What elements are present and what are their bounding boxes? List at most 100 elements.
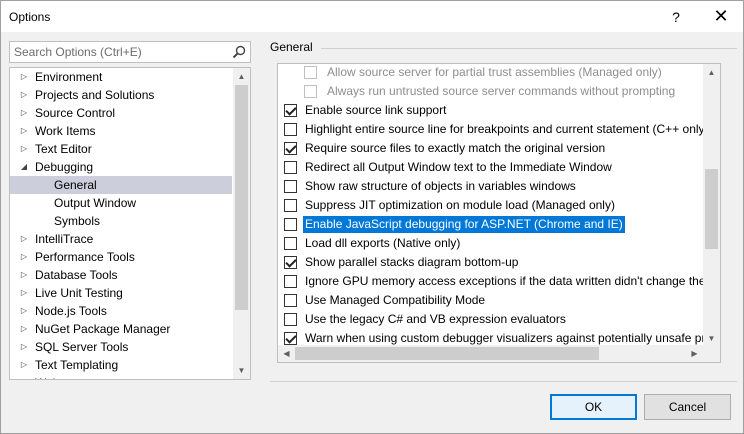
collapsed-arrow-icon[interactable]: ▷ <box>18 266 30 284</box>
collapsed-arrow-icon[interactable]: ▷ <box>18 104 30 122</box>
option-row[interactable]: Load dll exports (Native only) <box>278 234 703 253</box>
option-label: Ignore GPU memory access exceptions if t… <box>305 274 721 288</box>
collapsed-arrow-icon[interactable]: ▷ <box>18 356 30 374</box>
tree-item[interactable]: ▷ SQL Server Tools <box>10 338 232 356</box>
scrollbar-corner <box>703 345 720 362</box>
search-box <box>9 41 251 63</box>
option-row[interactable]: Use Managed Compatibility Mode <box>278 291 703 310</box>
tree-item[interactable]: ▷ NuGet Package Manager <box>10 320 232 338</box>
option-row[interactable]: Suppress JIT optimization on module load… <box>278 196 703 215</box>
option-row[interactable]: Show raw structure of objects in variabl… <box>278 177 703 196</box>
tree-item[interactable]: ▷ IntelliTrace <box>10 230 232 248</box>
option-label: Require source files to exactly match th… <box>305 141 606 155</box>
collapsed-arrow-icon[interactable]: ▷ <box>18 320 30 338</box>
tree-item[interactable]: ▷ Node.js Tools <box>10 302 232 320</box>
tree-item[interactable]: ▷ Web <box>10 374 232 379</box>
tree-item[interactable]: Symbols <box>10 212 232 230</box>
option-checkbox[interactable] <box>284 237 297 250</box>
cancel-button[interactable]: Cancel <box>644 394 731 420</box>
tree-item-label: SQL Server Tools <box>35 340 129 354</box>
close-button[interactable]: ✕ <box>698 1 744 32</box>
option-checkbox[interactable] <box>284 332 297 345</box>
option-label: Suppress JIT optimization on module load… <box>305 198 615 212</box>
options-list: Allow source server for partial trust as… <box>278 64 720 348</box>
option-checkbox[interactable] <box>284 180 297 193</box>
tree-scrollbar[interactable]: ▲ ▼ <box>233 68 250 379</box>
option-checkbox[interactable] <box>284 294 297 307</box>
search-input[interactable] <box>10 42 228 62</box>
search-icon[interactable] <box>231 44 247 60</box>
collapsed-arrow-icon[interactable]: ▷ <box>18 248 30 266</box>
footer-divider <box>270 381 737 382</box>
option-checkbox[interactable] <box>284 218 297 231</box>
option-label: Load dll exports (Native only) <box>305 236 461 250</box>
option-row[interactable]: Enable source link support <box>278 101 703 120</box>
tree-list: ▷ Environment ▷ Projects and Solutions ▷ Sour… <box>10 68 232 379</box>
collapsed-arrow-icon[interactable]: ▷ <box>18 140 30 158</box>
tree-item-label: Database Tools <box>35 268 118 282</box>
option-row[interactable]: Allow source server for partial trust as… <box>278 64 703 82</box>
tree-item[interactable]: ▷ Text Templating <box>10 356 232 374</box>
tree-item-label: General <box>54 178 97 192</box>
option-row[interactable]: Require source files to exactly match th… <box>278 139 703 158</box>
option-row[interactable]: Enable JavaScript debugging for ASP.NET … <box>278 215 703 234</box>
option-checkbox[interactable] <box>284 199 297 212</box>
tree-scroll-thumb[interactable] <box>235 85 248 310</box>
options-hscroll-thumb[interactable] <box>295 347 599 360</box>
tree-item[interactable]: ▷ Projects and Solutions <box>10 86 232 104</box>
tree-item[interactable]: ▷ Database Tools <box>10 266 232 284</box>
option-checkbox <box>304 85 317 98</box>
tree-item-label: Output Window <box>54 196 137 210</box>
scroll-left-icon[interactable]: ◀ <box>278 345 295 362</box>
option-checkbox[interactable] <box>284 142 297 155</box>
tree-item[interactable]: ▷ Live Unit Testing <box>10 284 232 302</box>
collapsed-arrow-icon[interactable]: ▷ <box>18 122 30 140</box>
option-checkbox[interactable] <box>284 313 297 326</box>
option-checkbox[interactable] <box>284 256 297 269</box>
option-checkbox[interactable] <box>284 123 297 136</box>
tree-item-label: Debugging <box>35 160 94 174</box>
options-scroll-thumb[interactable] <box>705 169 718 249</box>
options-horizontal-scrollbar[interactable]: ◀ ▶ <box>278 345 703 362</box>
option-row[interactable]: Use the legacy C# and VB expression eval… <box>278 310 703 329</box>
option-label: Use Managed Compatibility Mode <box>305 293 486 307</box>
tree-item[interactable]: ▷ Text Editor <box>10 140 232 158</box>
tree-item[interactable]: ▷ Source Control <box>10 104 232 122</box>
option-checkbox <box>304 66 317 79</box>
option-row[interactable]: Ignore GPU memory access exceptions if t… <box>278 272 720 291</box>
option-row[interactable]: Always run untrusted source server comma… <box>278 82 703 101</box>
window-title: Options <box>9 10 51 24</box>
option-label: Show raw structure of objects in variabl… <box>305 179 576 193</box>
tree-item[interactable]: Output Window <box>10 194 232 212</box>
scroll-up-icon[interactable]: ▲ <box>233 68 250 85</box>
option-checkbox[interactable] <box>284 275 297 288</box>
scroll-down-icon[interactable]: ▼ <box>233 362 250 379</box>
collapsed-arrow-icon[interactable]: ▷ <box>18 302 30 320</box>
tree-item-label: Text Templating <box>35 358 119 372</box>
tree-item[interactable]: ▷ Performance Tools <box>10 248 232 266</box>
tree-item[interactable]: General <box>10 176 232 194</box>
scroll-up-icon[interactable]: ▲ <box>703 64 720 81</box>
collapsed-arrow-icon[interactable]: ▷ <box>18 284 30 302</box>
collapsed-arrow-icon[interactable]: ▷ <box>18 86 30 104</box>
option-checkbox[interactable] <box>284 161 297 174</box>
tree-item-label: Environment <box>35 70 103 84</box>
ok-button[interactable]: OK <box>550 394 637 420</box>
collapsed-arrow-icon[interactable]: ▷ <box>18 374 30 379</box>
collapsed-arrow-icon[interactable]: ▷ <box>18 68 30 86</box>
option-row[interactable]: Show parallel stacks diagram bottom-up <box>278 253 703 272</box>
collapsed-arrow-icon[interactable]: ▷ <box>18 338 30 356</box>
tree-item[interactable]: ◢ Debugging <box>10 158 232 176</box>
options-vertical-scrollbar[interactable]: ▲ ▼ <box>703 64 720 347</box>
expanded-arrow-icon[interactable]: ◢ <box>18 158 30 176</box>
help-button[interactable]: ? <box>653 1 699 32</box>
option-row[interactable]: Redirect all Output Window text to the I… <box>278 158 703 177</box>
option-row[interactable]: Highlight entire source line for breakpo… <box>278 120 709 139</box>
collapsed-arrow-icon[interactable]: ▷ <box>18 230 30 248</box>
tree-item-label: Symbols <box>54 214 101 228</box>
scroll-right-icon[interactable]: ▶ <box>686 345 703 362</box>
tree-item-label: Web <box>35 374 59 379</box>
tree-item[interactable]: ▷ Environment <box>10 68 232 86</box>
option-checkbox[interactable] <box>284 104 297 117</box>
tree-item[interactable]: ▷ Work Items <box>10 122 232 140</box>
